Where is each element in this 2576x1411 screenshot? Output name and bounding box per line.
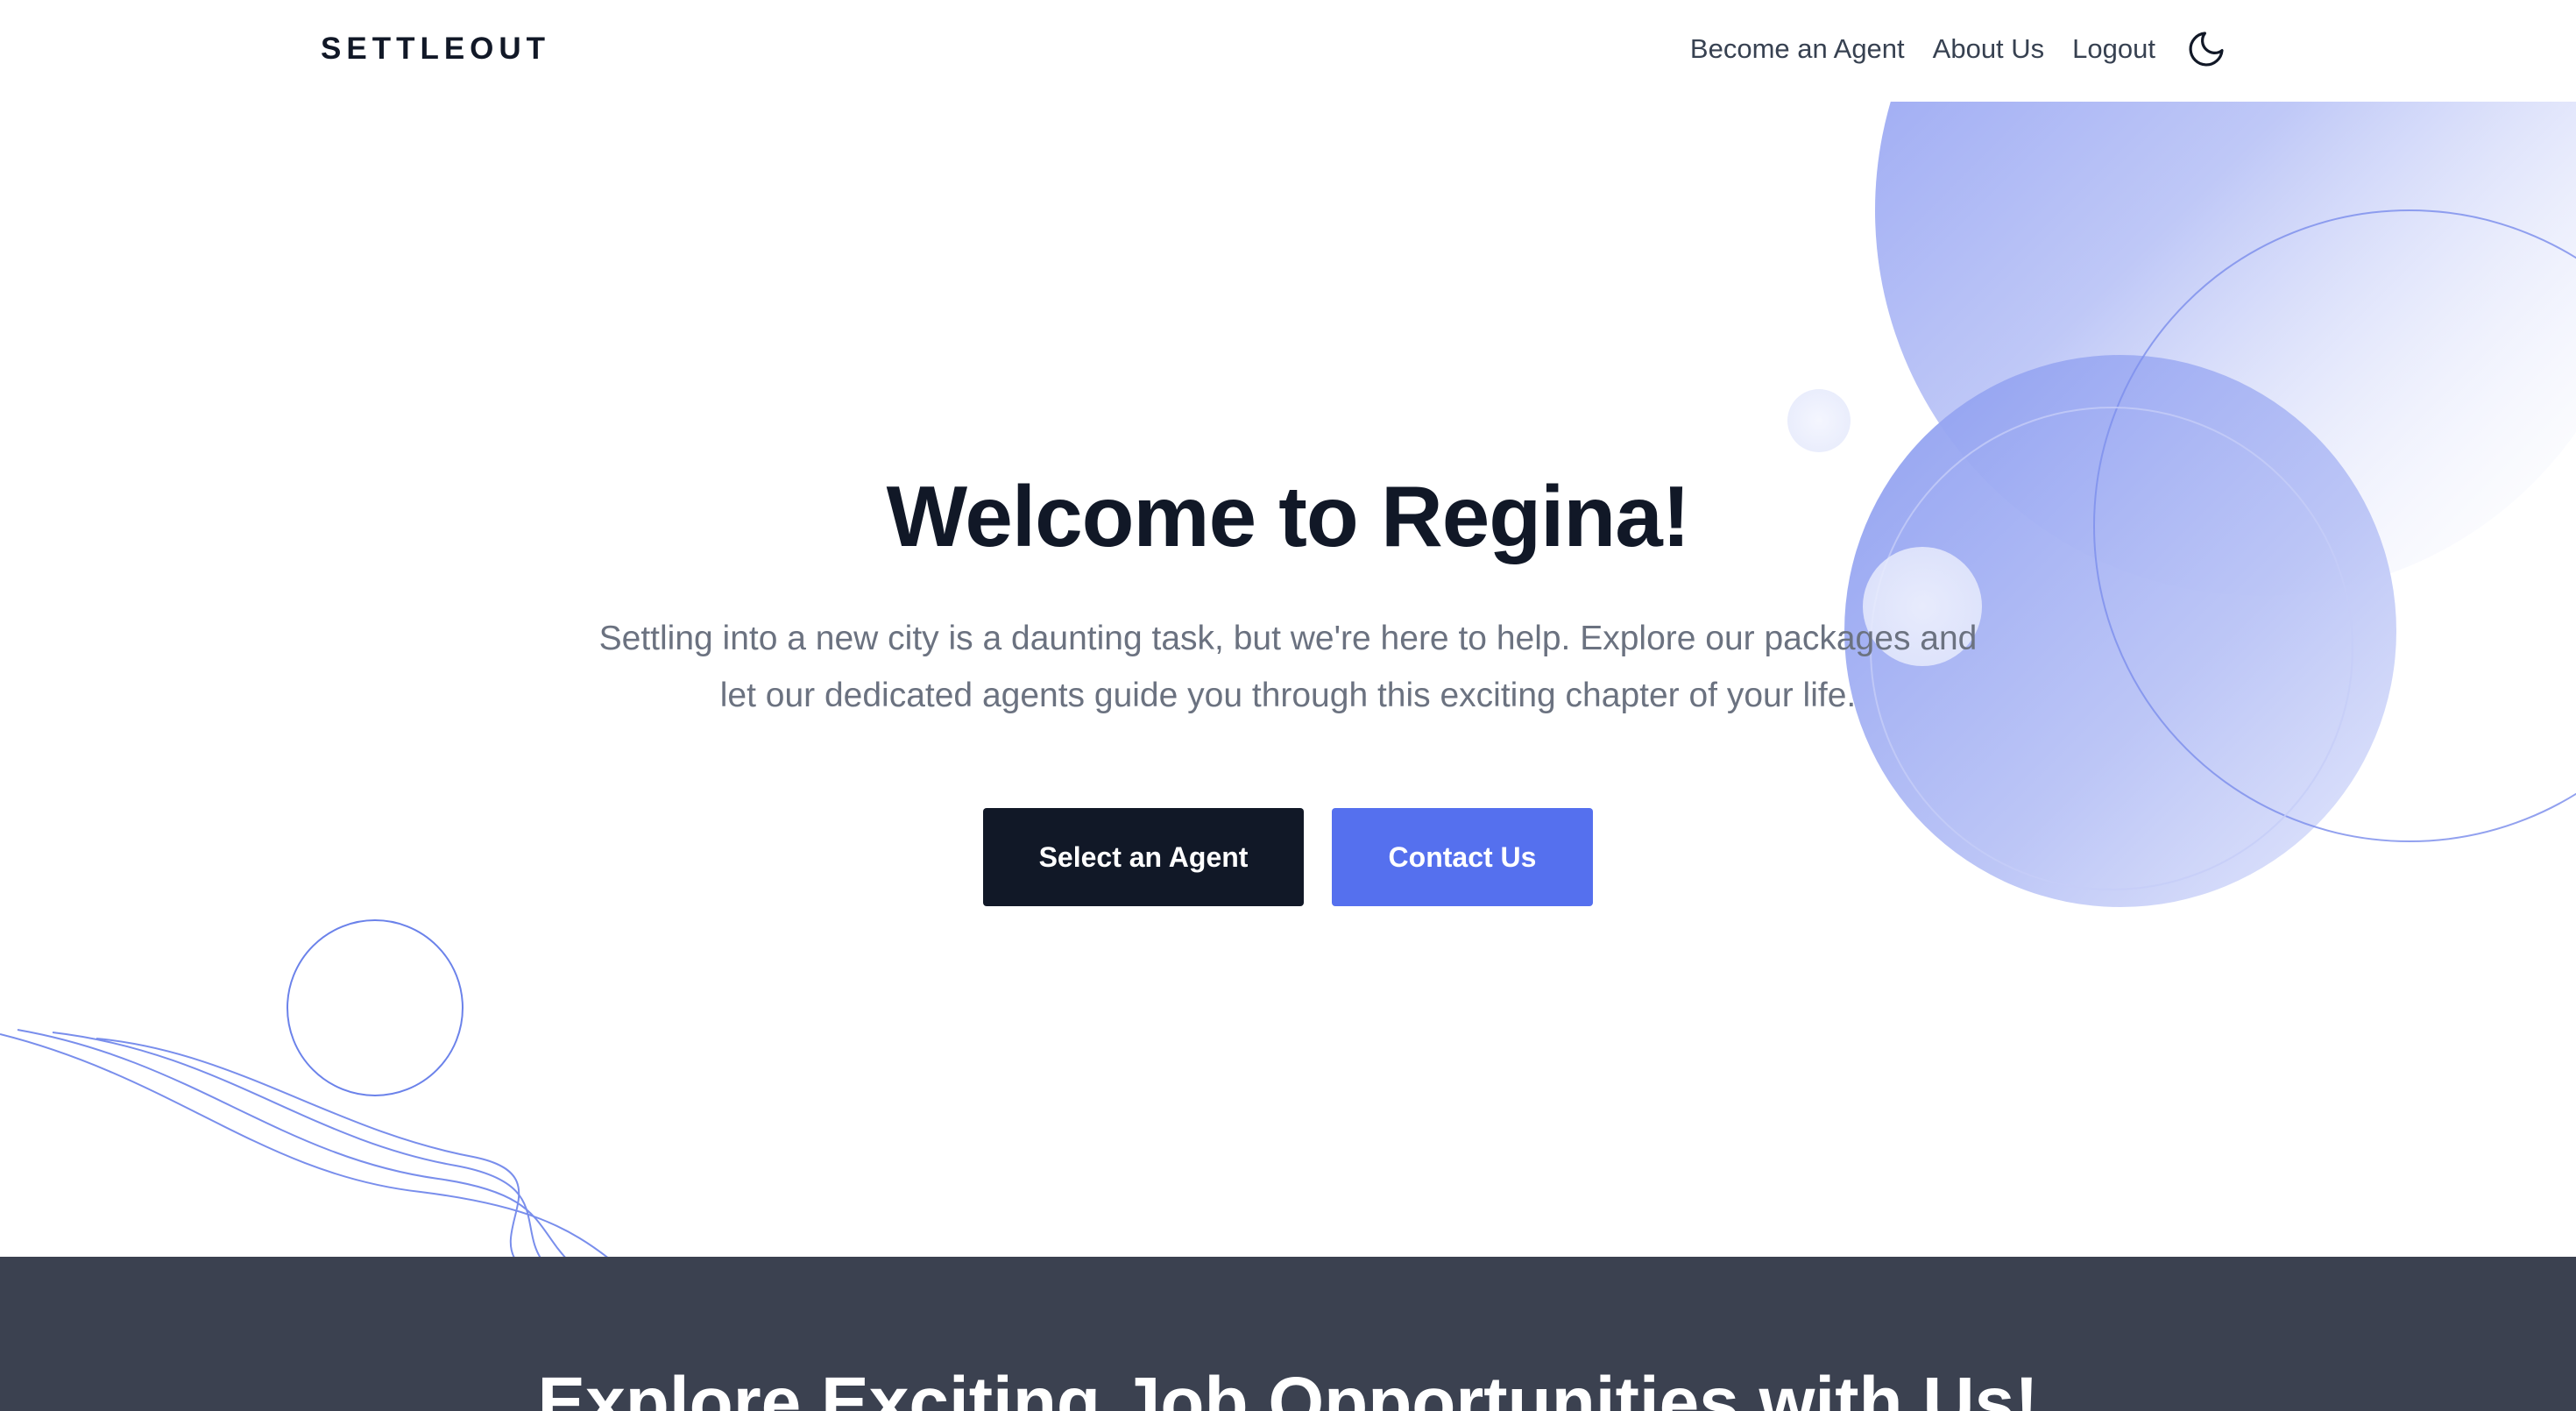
hero-buttons: Select an Agent Contact Us [0,808,2576,906]
page: SETTLEOUT Become an Agent About Us Logou… [0,0,2576,1411]
moon-icon [2189,32,2224,67]
nav-link-become-agent[interactable]: Become an Agent [1690,33,1905,65]
nav-link-logout[interactable]: Logout [2072,33,2155,65]
brand-logo[interactable]: SETTLEOUT [321,32,550,67]
nav-link-about-us[interactable]: About Us [1933,33,2045,65]
select-agent-button[interactable]: Select an Agent [983,808,1304,906]
navbar: SETTLEOUT Become an Agent About Us Logou… [0,0,2576,102]
nav-links: Become an Agent About Us Logout [1690,26,2229,72]
jobs-section: Explore Exciting Job Opportunities with … [0,1257,2576,1411]
contact-us-button[interactable]: Contact Us [1332,808,1593,906]
hero-title: Welcome to Regina! [886,468,1691,564]
hero-subtitle: Settling into a new city is a daunting t… [598,620,1978,714]
theme-toggle-button[interactable] [2183,26,2229,72]
jobs-title: Explore Exciting Job Opportunities with … [537,1363,2039,1411]
hero-section: Welcome to Regina! Settling into a new c… [0,102,2576,1257]
